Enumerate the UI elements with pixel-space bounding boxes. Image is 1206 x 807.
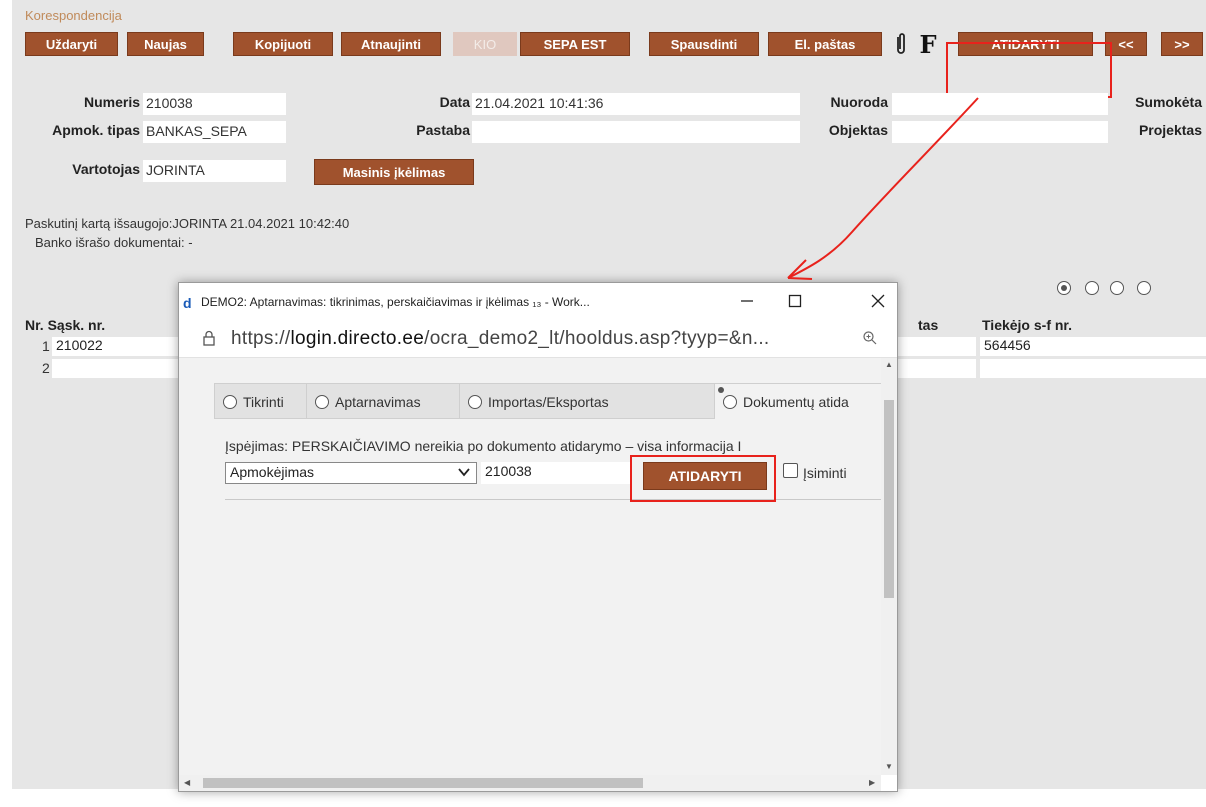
annotation-arrow (787, 97, 979, 280)
